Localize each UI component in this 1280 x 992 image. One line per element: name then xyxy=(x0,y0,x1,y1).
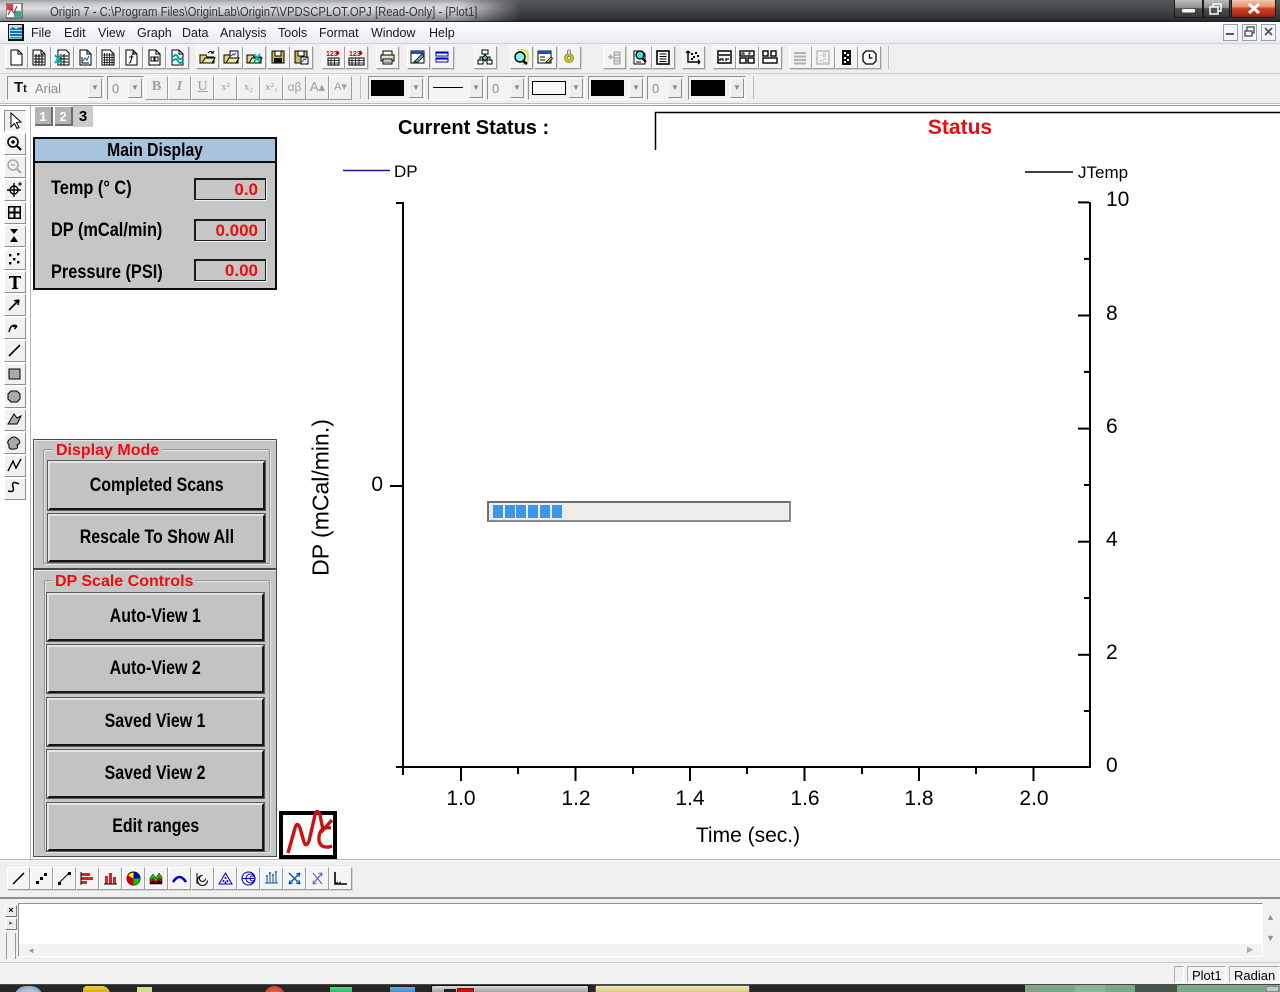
svg-text:123: 123 xyxy=(349,51,361,58)
svg-text:+C: +C xyxy=(819,59,828,65)
svg-text:123: 123 xyxy=(326,51,338,58)
